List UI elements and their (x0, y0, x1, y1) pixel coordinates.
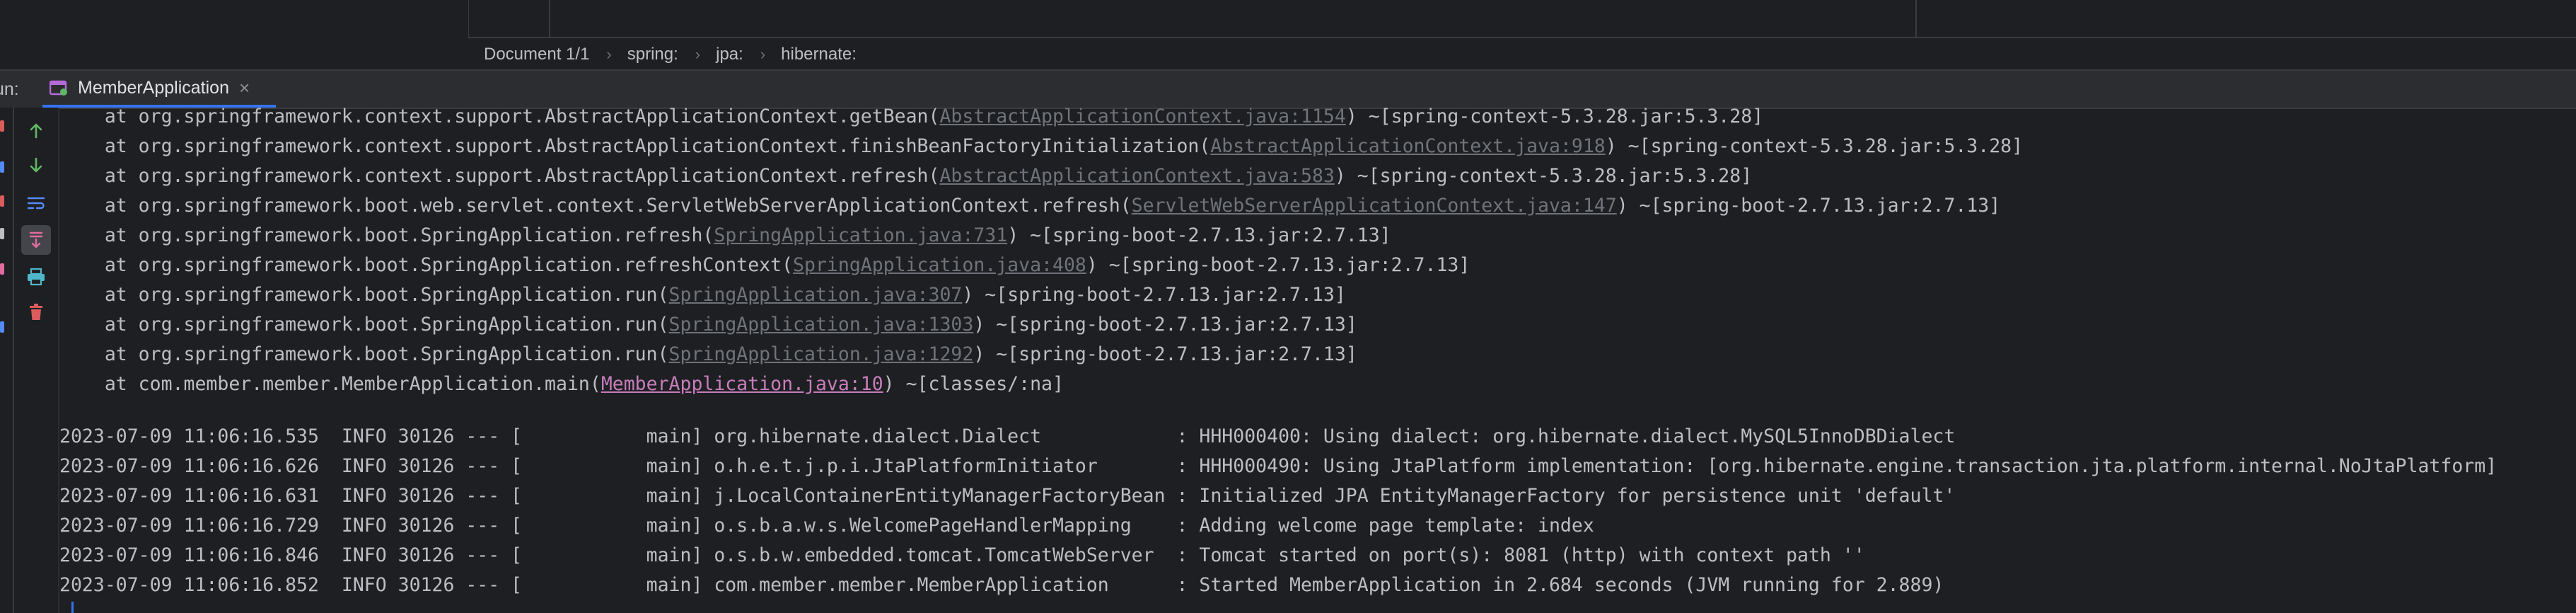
stack-frame-suffix: ) ~[classes/:na] (883, 373, 1064, 395)
log-line: 2023-07-09 11:06:16.729 INFO 30126 --- [… (59, 515, 1594, 537)
stack-frame-suffix: ) ~[spring-context-5.3.28.jar:5.3.28] (1345, 108, 1764, 127)
log-line: 2023-07-09 11:06:16.535 INFO 30126 --- [… (59, 425, 1956, 447)
stack-frame-text: at org.springframework.context.support.A… (59, 108, 940, 127)
stack-frame-suffix: ) ~[spring-boot-2.7.13.jar:2.7.13] (973, 314, 1357, 336)
arrow-up-icon[interactable] (21, 116, 51, 146)
breadcrumb-item-spring[interactable]: spring: (627, 45, 678, 64)
source-link[interactable]: MemberApplication.java:10 (601, 373, 883, 395)
stack-trace-line: at org.springframework.context.support.A… (59, 132, 2023, 161)
console-output[interactable]: at org.springframework.context.support.A… (59, 108, 2576, 613)
stack-frame-text: at com.member.member.MemberApplication.m… (59, 373, 601, 395)
stack-frame-text: at org.springframework.boot.SpringApplic… (59, 224, 714, 246)
chevron-right-icon: › (606, 45, 612, 63)
gutter-marker (0, 120, 4, 132)
source-link[interactable]: SpringApplication.java:731 (714, 224, 1007, 246)
editor-panel-top (468, 0, 2576, 37)
spring-run-config-icon (49, 79, 68, 96)
stack-trace-line: at org.springframework.context.support.A… (59, 161, 1752, 191)
print-icon[interactable] (21, 262, 51, 292)
breadcrumb-item-document[interactable]: Document 1/1 (484, 45, 589, 64)
tab-member-application[interactable]: MemberApplication × (42, 71, 276, 108)
stack-trace-line: at org.springframework.boot.SpringApplic… (59, 251, 1470, 280)
run-tool-window-header: un: MemberApplication × (0, 69, 2576, 109)
scroll-to-end-icon[interactable] (21, 225, 51, 255)
source-link[interactable]: SpringApplication.java:408 (793, 254, 1086, 276)
breadcrumb: Document 1/1 › spring: › jpa: › hibernat… (468, 37, 2576, 71)
gutter-marker (0, 195, 4, 207)
breadcrumb-item-jpa[interactable]: jpa: (716, 45, 743, 64)
stack-trace-line: at org.springframework.boot.web.servlet.… (59, 191, 2000, 221)
top-editor-strip (0, 0, 2576, 37)
stack-frame-text: at org.springframework.boot.SpringApplic… (59, 314, 669, 336)
stack-frame-suffix: ) ~[spring-boot-2.7.13.jar:2.7.13] (1086, 254, 1470, 276)
gutter-marker (0, 161, 4, 173)
left-gutter (0, 108, 14, 613)
stack-frame-suffix: ) ~[spring-boot-2.7.13.jar:2.7.13] (962, 284, 1346, 306)
panel-divider (1915, 0, 1917, 37)
stack-frame-suffix: ) ~[spring-boot-2.7.13.jar:2.7.13] (1007, 224, 1391, 246)
breadcrumb-item-hibernate[interactable]: hibernate: (781, 45, 857, 64)
stack-trace-line: at com.member.member.MemberApplication.m… (59, 369, 1064, 399)
panel-divider (549, 0, 550, 37)
source-link[interactable]: AbstractApplicationContext.java:918 (1210, 135, 1605, 157)
source-link[interactable]: SpringApplication.java:307 (669, 284, 963, 306)
stack-trace-line: at org.springframework.boot.SpringApplic… (59, 280, 1346, 310)
log-line: 2023-07-09 11:06:16.846 INFO 30126 --- [… (59, 544, 1865, 566)
log-line: 2023-07-09 11:06:16.631 INFO 30126 --- [… (59, 485, 1956, 507)
gutter-marker (0, 263, 4, 275)
stack-trace-line: at org.springframework.boot.SpringApplic… (59, 310, 1357, 340)
stack-frame-suffix: ) ~[spring-context-5.3.28.jar:5.3.28] (1334, 165, 1753, 187)
gutter-marker (0, 228, 4, 239)
run-label: un: (0, 79, 19, 99)
stack-frame-text: at org.springframework.boot.SpringApplic… (59, 343, 669, 365)
tab-label: MemberApplication (78, 77, 229, 98)
stack-trace-line: at org.springframework.context.support.A… (59, 108, 1763, 132)
stack-frame-text: at org.springframework.boot.SpringApplic… (59, 284, 669, 306)
stack-trace-line: at org.springframework.boot.SpringApplic… (59, 221, 1391, 251)
gutter-marker (0, 321, 4, 333)
source-link[interactable]: SpringApplication.java:1292 (669, 343, 974, 365)
source-link[interactable]: SpringApplication.java:1303 (669, 314, 974, 336)
log-line: 2023-07-09 11:06:16.626 INFO 30126 --- [… (59, 455, 2497, 477)
console-toolbar (14, 108, 59, 613)
trash-icon[interactable] (21, 297, 51, 327)
log-line: 2023-07-09 11:06:16.852 INFO 30126 --- [… (59, 574, 1944, 596)
text-caret (71, 602, 74, 613)
stack-trace-line: at org.springframework.boot.SpringApplic… (59, 340, 1357, 369)
stack-frame-suffix: ) ~[spring-boot-2.7.13.jar:2.7.13] (1616, 195, 2001, 217)
close-icon[interactable]: × (239, 77, 250, 99)
arrow-down-icon[interactable] (21, 150, 51, 180)
stack-frame-text: at org.springframework.context.support.A… (59, 135, 1211, 157)
source-link[interactable]: ServletWebServerApplicationContext.java:… (1132, 195, 1617, 217)
chevron-right-icon: › (760, 45, 766, 63)
stack-frame-text: at org.springframework.boot.web.servlet.… (59, 195, 1132, 217)
stack-frame-suffix: ) ~[spring-boot-2.7.13.jar:2.7.13] (973, 343, 1357, 365)
source-link[interactable]: AbstractApplicationContext.java:583 (939, 165, 1334, 187)
soft-wrap-icon[interactable] (21, 188, 51, 218)
stack-frame-text: at org.springframework.context.support.A… (59, 165, 940, 187)
source-link[interactable]: AbstractApplicationContext.java:1154 (939, 108, 1345, 127)
stack-frame-text: at org.springframework.boot.SpringApplic… (59, 254, 794, 276)
chevron-right-icon: › (695, 45, 701, 63)
stack-frame-suffix: ) ~[spring-context-5.3.28.jar:5.3.28] (1605, 135, 2024, 157)
